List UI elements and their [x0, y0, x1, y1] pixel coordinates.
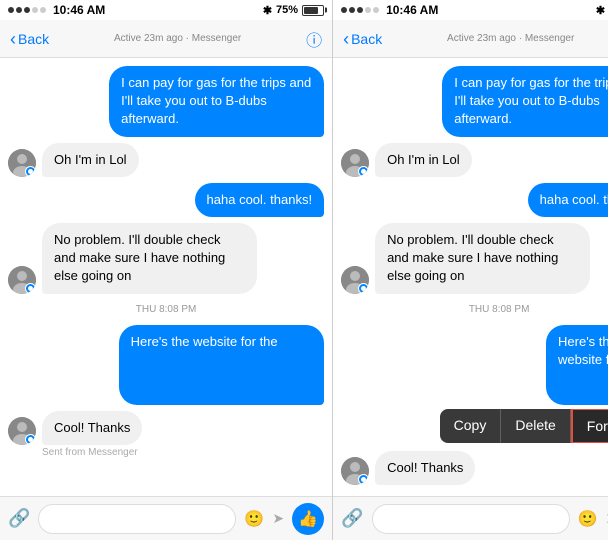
nav-center-left: Active 23m ago · Messenger [49, 33, 306, 44]
info-button-left[interactable]: ⓘ [306, 27, 322, 51]
messages-area-left: I can pay for gas for the trips and I'll… [0, 58, 332, 496]
message-received-r1: Oh I'm in Lol [341, 143, 608, 177]
message-input-right[interactable] [372, 504, 570, 534]
message-received-1: Oh I'm in Lol [8, 143, 324, 177]
left-screen: 10:46 AM ✱ 75% ‹ Back Active 23m ago · M… [0, 0, 333, 540]
nav-bar-left: ‹ Back Active 23m ago · Messenger ⓘ [0, 20, 332, 58]
messenger-badge-r2 [358, 283, 369, 294]
nav-bar-right: ‹ Back Active 23m ago · Messenger ⓘ [333, 20, 608, 58]
battery-pct-left: 75% [276, 4, 298, 16]
signal-dots [8, 7, 46, 13]
message-sent-1: I can pay for gas for the trips and I'll… [8, 66, 324, 137]
status-time-left: 10:46 AM [53, 3, 105, 17]
status-bar-right: 10:46 AM ✱ 75% [333, 0, 608, 20]
bt-icon-right: ✱ [596, 4, 605, 17]
message-sent-3: Here's the website for the [8, 325, 324, 405]
signal-dot-1 [8, 7, 14, 13]
message-received-2: No problem. I'll double check and make s… [8, 223, 324, 294]
signal-dot-4 [32, 7, 38, 13]
bubble-sent-1[interactable]: I can pay for gas for the trips and I'll… [109, 66, 324, 137]
active-status-left: Active 23m ago · Messenger [114, 33, 241, 44]
bubble-sent-r1[interactable]: I can pay for gas for the trips and I'll… [442, 66, 608, 137]
context-menu: Copy Delete Forward [440, 409, 608, 443]
avatar-1-left [8, 149, 36, 177]
back-button-right[interactable]: ‹ Back [343, 30, 382, 48]
back-button-left[interactable]: ‹ Back [10, 30, 49, 48]
sent-from-label-left: Sent from Messenger [42, 447, 324, 458]
status-right-right: ✱ 75% [596, 4, 608, 17]
signal-dot-5 [40, 7, 46, 13]
context-menu-copy[interactable]: Copy [440, 409, 502, 443]
bubble-received-r1[interactable]: Oh I'm in Lol [375, 143, 472, 177]
context-menu-delete[interactable]: Delete [501, 409, 570, 443]
battery-left [302, 5, 324, 16]
back-chevron-right: ‹ [343, 30, 349, 48]
avatar-r2 [341, 266, 369, 294]
message-received-3-container-left: Cool! Thanks Sent from Messenger [8, 411, 324, 458]
bubble-received-3[interactable]: Cool! Thanks [42, 411, 142, 445]
status-time-right: 10:46 AM [386, 3, 438, 17]
back-chevron-left: ‹ [10, 30, 16, 48]
messenger-badge-r3 [358, 474, 369, 485]
message-sent-2: haha cool. thanks! [8, 183, 324, 217]
avatar-r3 [341, 457, 369, 485]
message-received-r3: Cool! Thanks [341, 451, 608, 485]
attach-icon-right[interactable]: 🔗 [341, 508, 363, 529]
status-left-right: 10:46 AM [341, 3, 438, 17]
emoji-icon-left[interactable]: 🙂 [244, 509, 264, 529]
right-screen: 10:46 AM ✱ 75% ‹ Back Active 23m ago · M… [333, 0, 608, 540]
active-status-right: Active 23m ago · Messenger [447, 33, 574, 44]
avatar-2-left [8, 266, 36, 294]
bubble-received-r2[interactable]: No problem. I'll double check and make s… [375, 223, 590, 294]
back-label-left: Back [18, 31, 49, 47]
signal-dot-3 [24, 7, 30, 13]
bubble-sent-r2[interactable]: haha cool. thanks! [528, 183, 608, 217]
message-input-left[interactable] [38, 504, 236, 534]
timestamp-left: THU 8:08 PM [8, 304, 324, 315]
messenger-badge-3-left [25, 434, 36, 445]
signal-dot-2 [16, 7, 22, 13]
status-left: 10:46 AM [8, 3, 105, 17]
bubble-received-2[interactable]: No problem. I'll double check and make s… [42, 223, 257, 294]
signal-dots-right [341, 7, 379, 13]
message-sent-r2: haha cool. thanks! [341, 183, 608, 217]
thumbs-icon-left: 👍 [298, 509, 318, 529]
message-received-3: Cool! Thanks [8, 411, 324, 445]
bubble-sent-3[interactable]: Here's the website for the [119, 325, 324, 405]
bubble-sent-r3[interactable]: Here's the website for the [546, 325, 608, 405]
emoji-icon-right[interactable]: 🙂 [578, 509, 598, 529]
status-bar-left: 10:46 AM ✱ 75% [0, 0, 332, 20]
avatar-3-left [8, 417, 36, 445]
message-received-r2: No problem. I'll double check and make s… [341, 223, 608, 294]
bubble-sent-2[interactable]: haha cool. thanks! [195, 183, 325, 217]
avatar-r1 [341, 149, 369, 177]
input-bar-right: 🔗 🙂 ➤ 👍 [333, 496, 608, 540]
messages-area-right: I can pay for gas for the trips and I'll… [333, 58, 608, 496]
messenger-badge-2-left [25, 283, 36, 294]
context-menu-forward[interactable]: Forward [571, 409, 608, 443]
message-sent-r1: I can pay for gas for the trips and I'll… [341, 66, 608, 137]
nav-center-right: Active 23m ago · Messenger [382, 33, 608, 44]
attach-icon-left[interactable]: 🔗 [8, 508, 30, 529]
website-message-container: Here's the website for the Copy Delete F… [341, 325, 608, 445]
status-right-left: ✱ 75% [263, 4, 324, 17]
bt-icon-left: ✱ [263, 4, 272, 17]
input-bar-left: 🔗 🙂 ➤ 👍 [0, 496, 332, 540]
messenger-badge-1-left [25, 166, 36, 177]
thumbs-button-left[interactable]: 👍 [292, 503, 324, 535]
timestamp-right: THU 8:08 PM [341, 304, 608, 315]
messenger-badge-r1 [358, 166, 369, 177]
back-label-right: Back [351, 31, 382, 47]
send-icon-left[interactable]: ➤ [272, 510, 284, 527]
bubble-received-1[interactable]: Oh I'm in Lol [42, 143, 139, 177]
bubble-received-r3[interactable]: Cool! Thanks [375, 451, 475, 485]
message-sent-r3: Here's the website for the [486, 325, 608, 405]
